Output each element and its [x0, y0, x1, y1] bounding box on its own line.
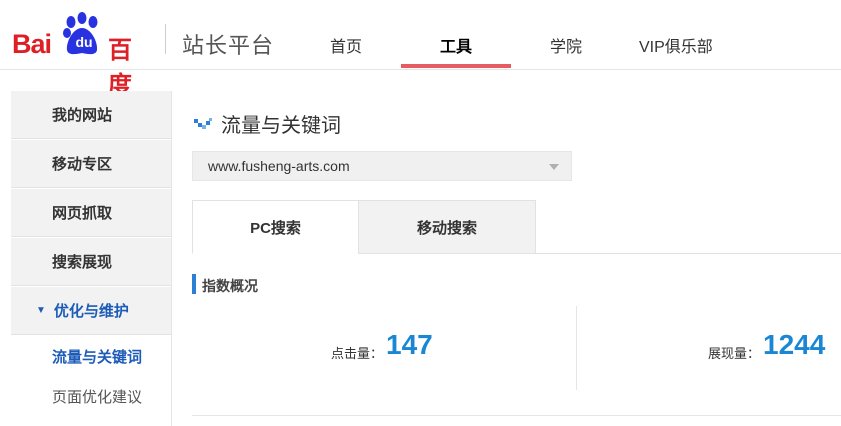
- metric-divider: [576, 306, 577, 390]
- logo-du-text: du: [75, 34, 93, 50]
- sidebar-item-label: 网页抓取: [52, 205, 113, 222]
- sidebar-item-my-sites[interactable]: 我的网站: [11, 91, 171, 139]
- content-divider: [192, 415, 841, 416]
- section-title: 指数概况: [202, 278, 258, 294]
- clicks-value: 147: [386, 329, 433, 360]
- clicks-label: 点击量：: [331, 346, 384, 361]
- caret-down-icon: ▼: [36, 305, 46, 316]
- nav-vip-club[interactable]: VIP俱乐部: [639, 33, 713, 57]
- site-select-value: www.fusheng-arts.com: [208, 158, 350, 174]
- nav-academy[interactable]: 学院: [550, 33, 582, 57]
- sidebar-subitem-page-optimization[interactable]: 页面优化建议: [11, 376, 171, 416]
- tab-label: 移动搜索: [416, 219, 477, 237]
- sidebar-item-crawl[interactable]: 网页抓取: [11, 189, 171, 237]
- header-divider: [165, 24, 166, 54]
- sidebar-item-label: 搜索展现: [52, 254, 113, 271]
- brand-name: 站长平台: [182, 33, 275, 58]
- top-header: Bai du 百度 站长平台 首页 工具 学院 VIP俱乐部: [0, 0, 841, 99]
- site-select-dropdown[interactable]: www.fusheng-arts.com: [192, 151, 572, 181]
- sidebar-item-label: 优化与维护: [53, 303, 129, 320]
- sidebar-item-label: 我的网站: [52, 107, 113, 124]
- chevron-down-icon: [549, 164, 559, 170]
- impressions-value: 1244: [763, 329, 826, 360]
- tab-mobile-search[interactable]: 移动搜索: [358, 200, 536, 254]
- sidebar-item-mobile[interactable]: 移动专区: [11, 140, 171, 188]
- section-marker: [192, 274, 196, 294]
- page-title: 流量与关键词: [221, 115, 341, 137]
- sidebar-subitem-label: 流量与关键词: [52, 348, 143, 366]
- impressions-label: 展现量：: [708, 346, 761, 361]
- logo-bai-text: Bai: [12, 29, 52, 59]
- sidebar-item-search-display[interactable]: 搜索展现: [11, 238, 171, 286]
- sidebar: 我的网站 移动专区 网页抓取 搜索展现 ▼ 优化与维护 流量与关键词 页面优化建…: [11, 91, 172, 426]
- nav-home[interactable]: 首页: [330, 33, 362, 57]
- tab-pc-search[interactable]: PC搜索: [192, 200, 359, 254]
- sidebar-item-optimize[interactable]: ▼ 优化与维护: [11, 287, 171, 335]
- chevron-down-check-icon: [194, 118, 212, 129]
- logo-baidu-cn: 百度: [108, 37, 132, 99]
- sidebar-subitem-label: 页面优化建议: [52, 388, 143, 406]
- baidu-logo[interactable]: Bai du 百度: [12, 12, 150, 99]
- nav-active-indicator: [401, 64, 511, 68]
- tab-label: PC搜索: [250, 219, 301, 237]
- sidebar-item-label: 移动专区: [52, 156, 113, 173]
- nav-tools[interactable]: 工具: [440, 33, 472, 57]
- sidebar-subitem-traffic-keywords[interactable]: 流量与关键词: [11, 336, 171, 376]
